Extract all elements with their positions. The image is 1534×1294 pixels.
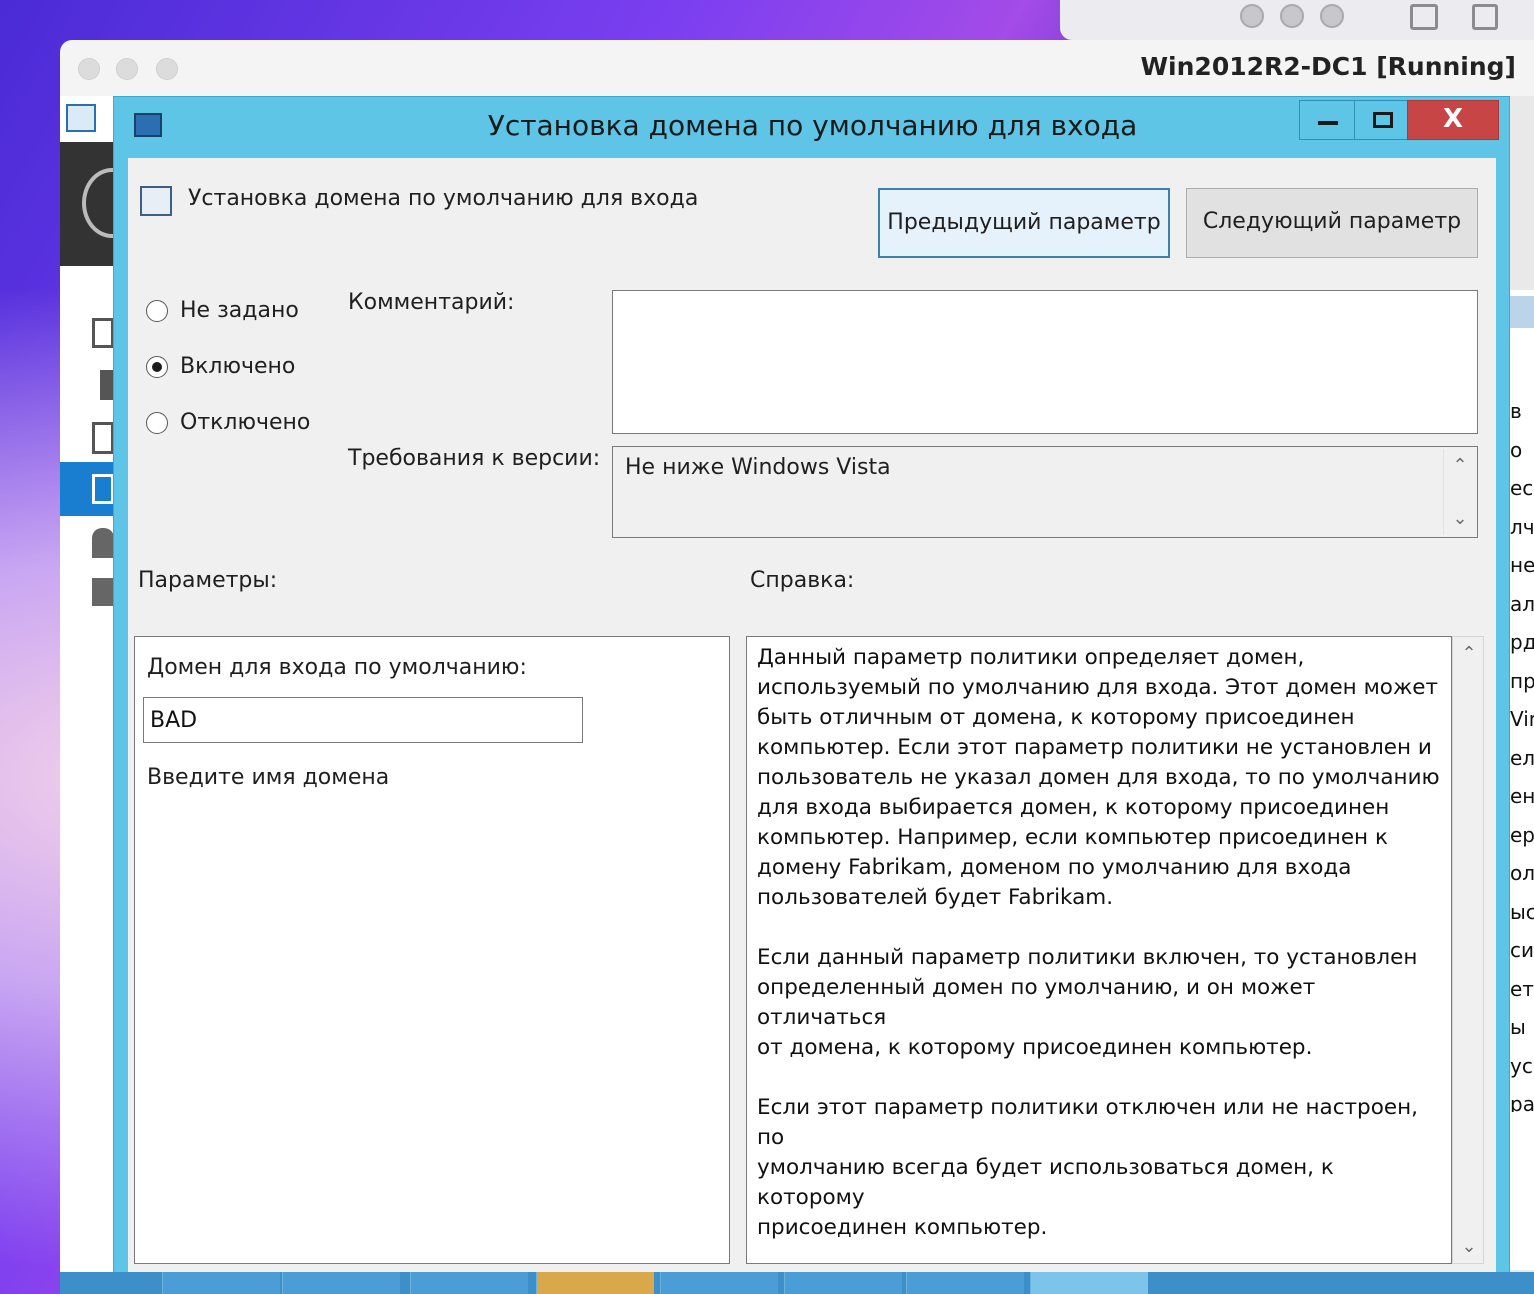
background-text-snippet: ра [1510,1092,1534,1112]
background-text: во ес лч не ал рд пр Vin ел ен ер ол ыс си ет ы ус ра [1510,392,1534,1112]
nav-icon-1[interactable] [92,318,114,348]
scroll-up-icon[interactable]: ⌃ [1453,643,1485,664]
domain-hint: Введите имя домена [147,765,390,790]
background-text-snippet: ес [1510,476,1534,500]
options-panel: Домен для входа по умолчанию: Введите им… [134,636,730,1264]
nav-icon-2[interactable] [100,370,114,400]
previous-setting-button[interactable]: Предыдущий параметр [878,188,1170,258]
close-window-button[interactable] [78,58,100,80]
taskbar-item[interactable] [162,1272,280,1294]
taskbar-item[interactable] [410,1272,528,1294]
comment-textarea[interactable] [612,290,1478,434]
taskbar-item[interactable] [784,1272,902,1294]
taskbar-item[interactable] [906,1272,1024,1294]
background-text-snippet: лч [1510,514,1534,539]
nav-icon-4 [92,474,114,504]
taskbar-item[interactable] [660,1272,778,1294]
minimize-icon [1318,121,1338,125]
background-text-snippet: ел [1510,745,1534,770]
help-text: Данный параметр политики определяет доме… [757,645,1440,1240]
radio-enabled-dot [152,362,162,372]
background-text-snippet: пр [1510,668,1534,693]
version-value: Не ниже Windows Vista [625,455,891,480]
radio-disabled-label[interactable]: Отключено [180,410,310,435]
next-setting-button[interactable]: Следующий параметр [1186,188,1478,258]
comment-label: Комментарий: [348,290,515,315]
taskbar-item[interactable] [282,1272,400,1294]
scroll-down-icon[interactable]: ⌄ [1453,1236,1485,1257]
minimize-window-button[interactable] [116,58,138,80]
nav-icon-5[interactable] [92,528,114,558]
radio-enabled[interactable] [146,356,168,378]
domain-label: Домен для входа по умолчанию: [147,655,527,680]
help-panel: Данный параметр политики определяет доме… [746,636,1452,1264]
app-icon [66,104,96,132]
radio-not-configured[interactable] [146,300,168,322]
background-text-snippet: в [1510,399,1522,423]
help-scrollbar[interactable]: ⌃ ⌄ [1452,636,1484,1264]
setting-name: Установка домена по умолчанию для входа [188,186,699,211]
version-label: Требования к версии: [348,446,601,471]
background-text-snippet: о [1510,437,1523,462]
version-box: Не ниже Windows Vista ⌃ ⌄ [612,446,1478,538]
background-text-snippet: ал [1510,591,1534,616]
background-text-snippet: рд [1510,630,1534,654]
domain-input[interactable] [143,697,583,743]
radio-enabled-label[interactable]: Включено [180,354,295,379]
taskbar-item[interactable] [1030,1272,1148,1294]
help-label: Справка: [750,568,855,593]
minimize-button[interactable] [1299,100,1355,140]
back-panel [60,142,142,266]
nav-icon-3[interactable] [92,422,114,454]
background-text-snippet: ен [1510,784,1534,808]
maximize-button[interactable] [1354,100,1410,140]
background-text-snippet: си [1510,938,1534,962]
vm-toolbar [1060,0,1534,40]
zoom-window-button[interactable] [156,58,178,80]
nav-icon-6[interactable] [92,578,114,606]
scroll-up-icon[interactable]: ⌃ [1444,455,1476,476]
background-selection [1510,296,1534,328]
background-text-snippet: ыс [1510,899,1534,924]
taskbar-item-active[interactable] [536,1272,654,1294]
background-text-snippet: ер [1510,822,1534,847]
background-text-snippet: Vin [1510,707,1534,731]
sidebar-icon[interactable] [1410,4,1438,30]
stop-icon[interactable] [1320,4,1344,28]
background-text-snippet: ы [1510,1015,1526,1039]
radio-disabled[interactable] [146,412,168,434]
options-label: Параметры: [138,568,278,593]
scroll-down-icon[interactable]: ⌄ [1444,508,1476,529]
background-text-snippet: ет [1510,976,1534,1001]
window-title: Win2012R2-DC1 [Running] [1140,52,1516,81]
nav-item-selected[interactable] [60,462,114,516]
maximize-icon [1373,112,1393,128]
background-text-snippet: ол [1510,861,1534,885]
setting-icon [140,186,172,216]
save-icon[interactable] [1472,4,1498,30]
pause-icon[interactable] [1280,4,1304,28]
background-text-snippet: не [1510,553,1534,577]
version-scrollbar[interactable]: ⌃ ⌄ [1443,449,1475,535]
left-nav [60,96,114,1276]
background-text-snippet: ус [1510,1053,1533,1078]
close-button[interactable]: X [1407,100,1499,140]
record-icon[interactable] [1240,4,1264,28]
radio-not-configured-label[interactable]: Не задано [180,298,299,323]
